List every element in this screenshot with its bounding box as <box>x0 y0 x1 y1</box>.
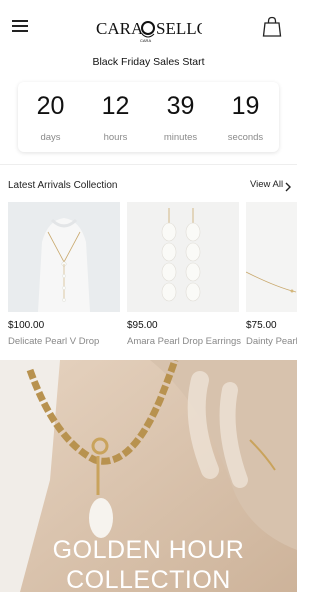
countdown-value: 20 <box>36 92 65 120</box>
chevron-right-icon[interactable] <box>284 179 292 192</box>
countdown-label: days <box>40 132 61 143</box>
product-price: $100.00 <box>8 320 45 331</box>
countdown-label: seconds <box>227 132 264 143</box>
section-title: Latest Arrivals Collection <box>8 180 118 191</box>
product-name: Dainty Pearl S <box>246 336 297 347</box>
product-card[interactable]: $100.00 Delicate Pearl V Drop <box>8 202 120 352</box>
countdown-value: 39 <box>166 92 195 120</box>
countdown-minutes: 39 minutes <box>148 82 213 152</box>
brand-logo[interactable]: CARA CARA SELLO <box>96 14 209 44</box>
brand-sub-text: CARA <box>140 38 151 43</box>
countdown-label: hours <box>103 132 128 143</box>
product-card[interactable]: $95.00 Amara Pearl Drop Earrings <box>127 202 242 352</box>
section-divider <box>0 164 297 165</box>
menu-icon[interactable] <box>12 20 28 32</box>
countdown-days: 20 days <box>18 82 83 152</box>
countdown-value: 12 <box>101 92 130 120</box>
product-price: $95.00 <box>127 320 158 331</box>
product-image[interactable] <box>127 202 239 312</box>
product-name: Delicate Pearl V Drop <box>8 336 100 347</box>
product-name: Amara Pearl Drop Earrings <box>127 336 242 347</box>
product-price: $75.00 <box>246 320 277 331</box>
countdown-value: 19 <box>231 92 260 120</box>
product-image[interactable] <box>246 202 297 312</box>
view-all-link[interactable]: View All <box>250 179 283 190</box>
product-image[interactable] <box>8 202 120 312</box>
countdown-hours: 12 hours <box>83 82 148 152</box>
product-carousel[interactable]: $100.00 Delicate Pearl V Drop $95.00 Ama… <box>0 202 297 352</box>
countdown-seconds: 19 seconds <box>213 82 278 152</box>
product-card[interactable]: $75.00 Dainty Pearl S <box>246 202 297 352</box>
hero-banner[interactable]: GOLDEN HOUR COLLECTION <box>0 360 297 592</box>
hero-title-line2: COLLECTION <box>66 566 231 592</box>
countdown-label: minutes <box>163 132 198 143</box>
hero-title-line1: GOLDEN HOUR <box>52 536 245 564</box>
promo-title: Black Friday Sales Start <box>92 56 205 68</box>
shopping-bag-icon[interactable] <box>262 16 282 38</box>
app-header: CARA CARA SELLO <box>0 0 297 52</box>
brand-left-text: CARA <box>96 19 144 38</box>
brand-right-text: SELLO <box>156 19 202 38</box>
countdown-timer: 20 days 12 hours 39 minutes 19 seconds <box>18 82 279 152</box>
